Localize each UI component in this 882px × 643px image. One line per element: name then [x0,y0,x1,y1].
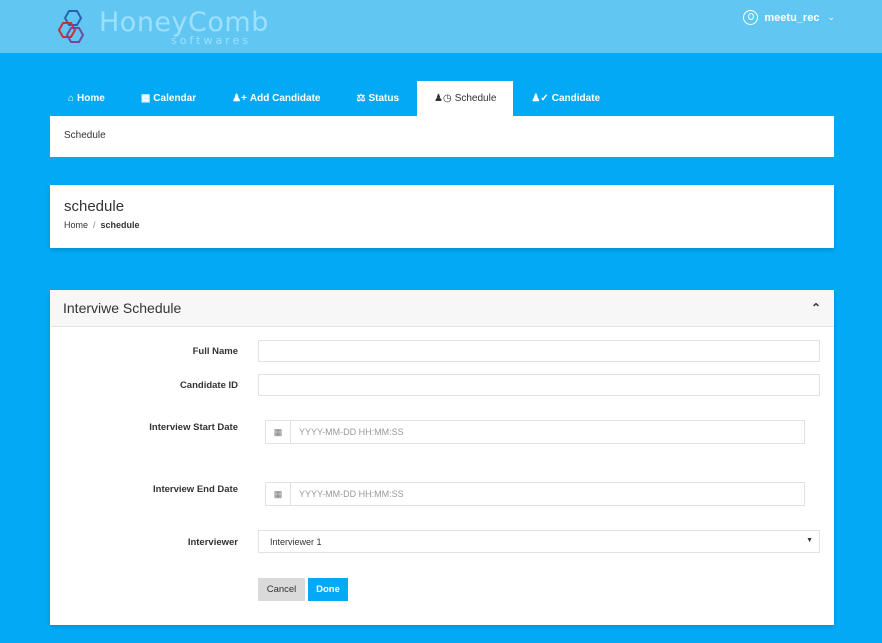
tab-schedule[interactable]: ♟◷ Schedule [417,81,514,116]
user-plus-icon: ♟+ [232,93,247,104]
calendar-icon[interactable]: ▦ [265,420,290,444]
full-name-input[interactable] [258,340,820,362]
breadcrumb-separator: / [93,220,96,230]
end-date-group: ▦ [265,482,805,506]
start-date-group: ▦ [265,420,805,444]
tab-add-candidate[interactable]: ♟+ Add Candidate [214,81,338,116]
end-date-input[interactable] [290,482,805,506]
tab-label: Add Candidate [249,93,321,104]
tab-label: Status [368,93,399,104]
tab-content-title: Schedule [64,130,106,141]
user-name: meetu_rec [764,11,820,24]
brand-tagline: softwares [171,34,251,47]
tab-label: Candidate [551,93,601,104]
end-date-label: Interview End Date [153,484,238,495]
user-circle-icon [743,10,759,25]
cancel-button[interactable]: Cancel [258,578,305,601]
tab-status[interactable]: ⚖ Status [338,81,417,116]
honeycomb-logo-icon [57,10,85,43]
tab-home[interactable]: ⌂ Home [50,81,123,116]
brand-logo[interactable]: HoneyComb softwares [57,7,277,48]
interviewer-label: Interviewer [187,537,238,548]
home-icon: ⌂ [68,93,75,104]
form-title: Interviwe Schedule [63,300,182,316]
calendar-icon: ▦ [140,93,151,104]
page-header-card: schedule Home / schedule [50,185,834,248]
tab-candidate[interactable]: ♟✓ Candidate [513,81,618,116]
breadcrumb-current: schedule [100,220,140,230]
candidate-id-input[interactable] [258,374,820,396]
tab-content-bar: Schedule [50,116,834,157]
breadcrumb: Home / schedule [64,220,820,230]
tab-label: Calendar [153,93,197,104]
breadcrumb-home-link[interactable]: Home [64,220,88,230]
tab-label: Schedule [454,93,497,104]
caret-down-icon: ▼ [806,537,813,544]
full-name-label: Full Name [192,346,238,357]
user-clock-icon: ♟◷ [434,93,452,104]
start-date-input[interactable] [290,420,805,444]
top-navbar: HoneyComb softwares meetu_rec ⌄ [0,0,882,53]
calendar-icon[interactable]: ▦ [265,482,290,506]
interviewer-selected-value: Interviewer 1 [270,537,322,547]
main-tabs: ⌂ Home ▦ Calendar ♟+ Add Candidate ⚖ Sta… [50,81,618,116]
done-button[interactable]: Done [308,578,348,601]
tab-calendar[interactable]: ▦ Calendar [123,81,214,116]
user-menu[interactable]: meetu_rec ⌄ [743,10,835,25]
user-check-icon: ♟✓ [531,93,549,104]
collapse-chevron-up-icon[interactable]: ⌃ [811,301,821,315]
interviewer-select[interactable]: Interviewer 1 ▼ [258,530,820,553]
start-date-label: Interview Start Date [149,422,238,433]
chevron-down-icon: ⌄ [827,12,835,22]
candidate-id-label: Candidate ID [179,380,238,391]
page-title: schedule [64,198,125,215]
form-card-header: Interviwe Schedule ⌃ [50,290,834,327]
tab-label: Home [77,93,105,104]
balance-scale-icon: ⚖ [356,93,366,104]
interview-schedule-card: Interviwe Schedule ⌃ Full Name Candidate… [50,290,834,625]
